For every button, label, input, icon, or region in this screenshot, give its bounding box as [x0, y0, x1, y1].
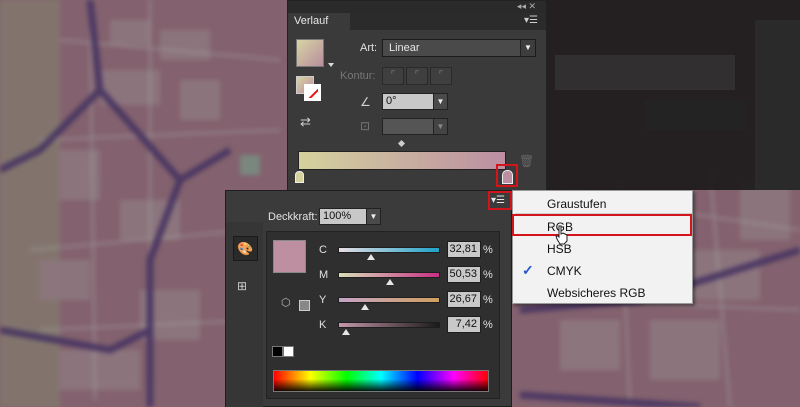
value-field-k[interactable]: 7,42	[447, 316, 481, 333]
slider-thumb-k[interactable]	[341, 329, 350, 335]
gradient-slider[interactable]	[298, 151, 506, 170]
art-value: Linear	[389, 42, 420, 54]
checkmark-icon: ✓	[522, 262, 534, 278]
gradient-panel: ◂◂ ✕ Verlauf ▾☰ ⇄ Art: Linear ▼ Kontur: …	[287, 0, 547, 192]
art-label: Art:	[360, 42, 378, 54]
reverse-gradient-icon[interactable]: ⇄	[300, 114, 311, 130]
aspect-dropdown-icon[interactable]: ▼	[433, 118, 448, 135]
highlight-box-stop	[496, 164, 518, 187]
menu-item-graustufen[interactable]: Graustufen	[547, 197, 606, 211]
slider-m[interactable]	[338, 272, 440, 278]
chevron-down-icon: ▼	[520, 40, 535, 56]
channel-label-c: C	[319, 244, 327, 256]
opacity-dropdown-icon[interactable]: ▼	[366, 208, 381, 225]
black-swatch[interactable]	[272, 346, 283, 357]
tab-verlauf[interactable]: Verlauf	[288, 13, 350, 30]
color-panel: ▾☰ Deckkraft: 100% ▼ 🎨 ⊞ ⬡ C 32,81 % M 5…	[225, 190, 512, 407]
slider-thumb-c[interactable]	[367, 254, 376, 260]
aspect-ratio-icon: ⊡	[360, 119, 371, 133]
panel-menu-icon[interactable]: ▾☰	[524, 15, 538, 26]
angle-input[interactable]: 0°	[382, 93, 434, 110]
color-mode-menu: Graustufen RGB HSB ✓ CMYK Websicheres RG…	[512, 190, 693, 304]
gamut-color-swatch[interactable]	[299, 300, 310, 311]
percent-y: %	[483, 294, 493, 306]
color-palette-icon[interactable]: 🎨	[233, 236, 258, 261]
value-field-c[interactable]: 32,81	[447, 241, 481, 258]
slider-k[interactable]	[338, 322, 440, 328]
highlight-box-rgb	[512, 214, 692, 236]
panel-collapse-close-controls[interactable]: ◂◂ ✕	[517, 1, 536, 12]
percent-m: %	[483, 269, 493, 281]
out-of-gamut-cube-icon[interactable]: ⬡	[281, 296, 291, 309]
percent-c: %	[483, 244, 493, 256]
aspect-ratio-input[interactable]	[382, 118, 434, 135]
gradient-swatch-dropdown-icon[interactable]	[328, 63, 334, 67]
highlight-box-menu	[488, 191, 512, 210]
panel-top-strip	[288, 1, 546, 13]
value-field-y[interactable]: 26,67	[447, 291, 481, 308]
current-color-swatch[interactable]	[273, 240, 306, 273]
slider-thumb-m[interactable]	[385, 279, 394, 285]
hand-cursor-icon	[555, 225, 568, 245]
background-panels	[545, 0, 800, 190]
kontur-label: Kontur:	[340, 70, 376, 82]
swatch-grid-icon[interactable]: ⊞	[237, 279, 247, 293]
channel-label-m: M	[319, 269, 329, 281]
angle-icon: ∠	[360, 95, 371, 109]
trash-icon[interactable]: 🗑	[519, 154, 534, 168]
slider-c[interactable]	[338, 247, 440, 253]
value-field-m[interactable]: 50,53	[447, 266, 481, 283]
stroke-along-icon[interactable]: ⌜	[406, 67, 428, 85]
gradient-stop-left[interactable]	[295, 171, 304, 183]
channel-label-y: Y	[319, 294, 327, 306]
stroke-swatch[interactable]	[304, 84, 321, 101]
tab-bar	[350, 13, 546, 30]
stroke-within-icon[interactable]: ⌜	[382, 67, 404, 85]
deckkraft-label: Deckkraft:	[268, 211, 318, 223]
stroke-across-icon[interactable]: ⌜	[430, 67, 452, 85]
art-dropdown[interactable]: Linear ▼	[382, 39, 536, 57]
slider-thumb-y[interactable]	[361, 304, 370, 310]
gradient-swatch[interactable]	[296, 39, 324, 67]
white-swatch[interactable]	[283, 346, 294, 357]
midpoint-diamond[interactable]	[397, 139, 406, 148]
menu-item-cmyk[interactable]: CMYK	[547, 264, 582, 278]
angle-dropdown-icon[interactable]: ▼	[433, 93, 448, 110]
menu-item-websicheres-rgb[interactable]: Websicheres RGB	[547, 286, 645, 300]
percent-k: %	[483, 319, 493, 331]
channel-label-k: K	[319, 319, 327, 331]
opacity-input[interactable]: 100%	[319, 208, 367, 225]
color-spectrum[interactable]	[273, 370, 489, 392]
slider-y[interactable]	[338, 297, 440, 303]
